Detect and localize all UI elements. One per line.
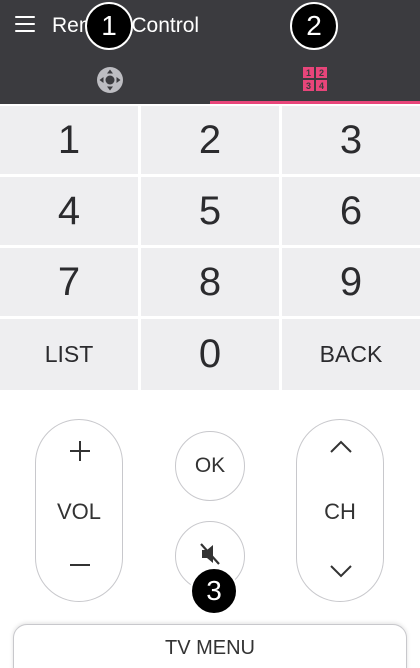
key-2[interactable]: 2 bbox=[141, 106, 279, 174]
key-6[interactable]: 6 bbox=[282, 177, 420, 245]
channel-label: CH bbox=[324, 499, 356, 524]
key-0[interactable]: 0 bbox=[141, 319, 279, 390]
key-8[interactable]: 8 bbox=[141, 248, 279, 316]
key-7[interactable]: 7 bbox=[0, 248, 138, 316]
channel-down-button[interactable] bbox=[297, 536, 383, 601]
ok-button[interactable]: OK bbox=[175, 431, 245, 501]
key-1[interactable]: 1 bbox=[0, 106, 138, 174]
number-pad-icon-digit: 3 bbox=[306, 81, 311, 91]
tab-dpad[interactable] bbox=[0, 50, 210, 104]
number-pad-icon-digit: 1 bbox=[306, 68, 311, 78]
channel-up-button[interactable] bbox=[297, 420, 383, 485]
ok-label: OK bbox=[194, 454, 226, 477]
tv-menu-button[interactable]: TV MENU bbox=[13, 624, 407, 668]
callout-badge-2: 2 bbox=[290, 2, 338, 50]
mute-icon bbox=[200, 543, 220, 565]
callout-badge-1: 1 bbox=[85, 2, 133, 50]
tv-menu-label: TV MENU bbox=[165, 637, 255, 659]
volume-down-button[interactable] bbox=[36, 536, 122, 601]
volume-label: VOL bbox=[56, 499, 102, 524]
volume-up-button[interactable] bbox=[36, 420, 122, 485]
back-button[interactable]: BACK bbox=[282, 319, 420, 390]
key-9[interactable]: 9 bbox=[282, 248, 420, 316]
minus-icon bbox=[70, 564, 90, 566]
key-4[interactable]: 4 bbox=[0, 177, 138, 245]
callout-badge-3: 3 bbox=[190, 567, 238, 615]
volume-rocker: VOL bbox=[35, 419, 123, 602]
chevron-up-icon bbox=[330, 440, 352, 453]
key-3[interactable]: 3 bbox=[282, 106, 420, 174]
chevron-down-icon bbox=[330, 565, 352, 578]
tab-number-pad[interactable]: 1 2 3 4 bbox=[210, 50, 420, 104]
number-pad-icon-digit: 2 bbox=[319, 68, 324, 78]
number-pad-icon: 1 2 3 4 bbox=[303, 67, 327, 91]
hamburger-menu-icon[interactable] bbox=[15, 16, 35, 32]
dpad-icon bbox=[97, 67, 123, 93]
key-5[interactable]: 5 bbox=[141, 177, 279, 245]
number-pad-icon-digit: 4 bbox=[319, 81, 324, 91]
app-header: Remote Control 1 2 3 4 bbox=[0, 0, 420, 104]
list-button[interactable]: LIST bbox=[0, 319, 138, 390]
number-keypad: 1 2 3 4 5 6 7 8 9 LIST 0 BACK bbox=[0, 104, 420, 390]
plus-icon bbox=[70, 441, 90, 461]
channel-rocker: CH bbox=[296, 419, 384, 602]
